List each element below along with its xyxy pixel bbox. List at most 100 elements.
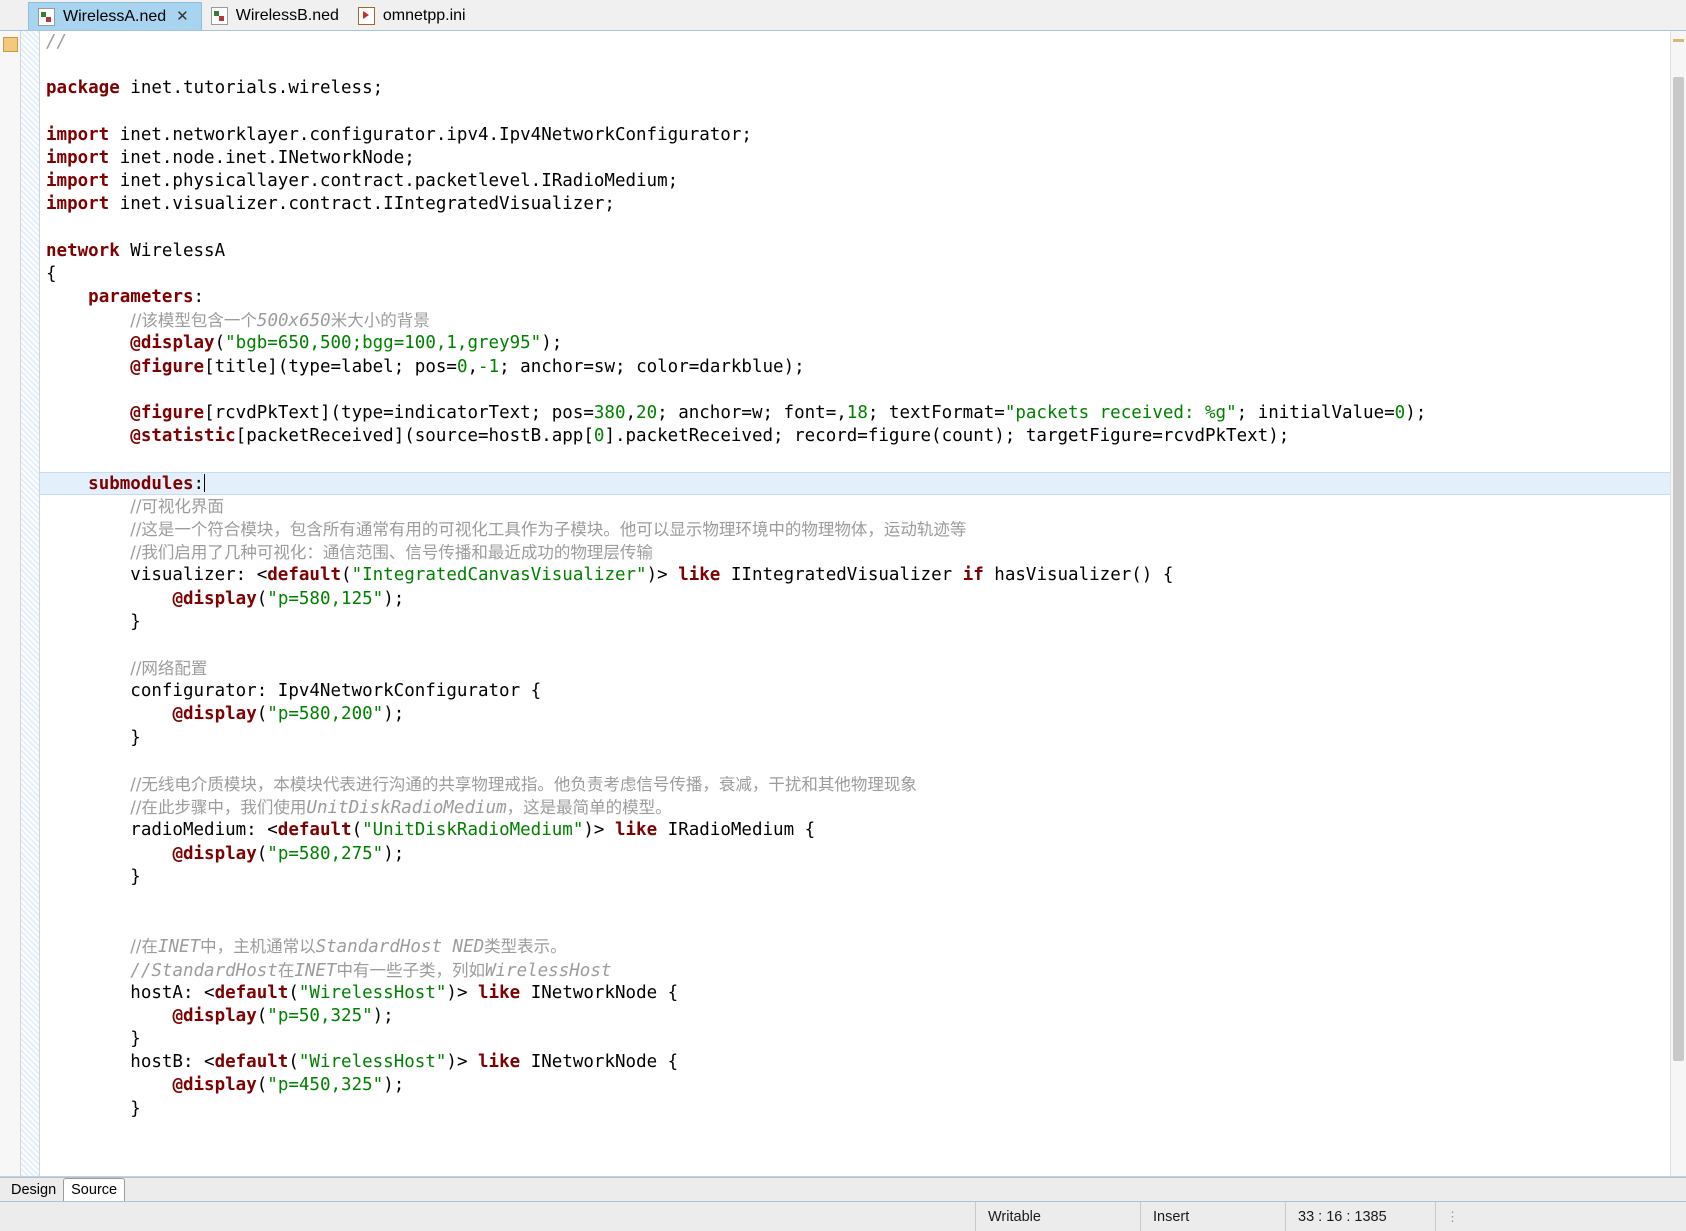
code-line[interactable]: hostA: <default("WirelessHost")> like IN… (40, 982, 1686, 1005)
tab-wirelessa-ned[interactable]: WirelessA.ned ✕ (28, 2, 202, 30)
code-line[interactable]: import inet.physicallayer.contract.packe… (40, 170, 1686, 193)
status-resize-grip[interactable]: ⋮ (1435, 1202, 1459, 1231)
code-line[interactable]: } (40, 1098, 1686, 1121)
folding-ruler[interactable] (21, 31, 40, 1176)
code-line[interactable]: //在此步骤中，我们使用UnitDiskRadioMedium，这是最简单的模型… (40, 796, 1686, 819)
code-token: //我们启用了几种可视化：通信范围、信号传播和最近成功的物理层传输 (130, 543, 653, 563)
code-line[interactable]: parameters: (40, 286, 1686, 309)
code-token: { (46, 263, 57, 284)
tab-source[interactable]: Source (63, 1178, 126, 1201)
code-token: @display (172, 1075, 257, 1096)
code-token: 18 (846, 403, 868, 423)
code-token: INetworkNode { (520, 1052, 679, 1073)
code-token: ; anchor=w; font=, (657, 403, 847, 423)
code-token: 中，主机通常以 (200, 937, 316, 957)
scrollbar-thumb[interactable] (1673, 76, 1684, 1062)
code-line[interactable]: radioMedium: <default("UnitDiskRadioMedi… (40, 819, 1686, 842)
code-token: @display (172, 588, 257, 609)
code-line[interactable]: @display("p=580,200"); (40, 703, 1686, 726)
code-token: ( (256, 588, 268, 609)
code-line[interactable]: visualizer: <default("IntegratedCanvasVi… (40, 564, 1686, 587)
code-line[interactable]: @statistic[packetReceived](source=hostB.… (40, 425, 1686, 448)
code-token: import (46, 171, 110, 192)
code-canvas[interactable]: // package inet.tutorials.wireless; impo… (40, 31, 1686, 1176)
code-line[interactable]: //这是一个符合模块，包含所有通常有用的可视化工具作为子模块。他可以显示物理环境… (40, 518, 1686, 541)
code-token: , (625, 403, 637, 423)
code-token: ; anchor=sw; color=darkblue); (499, 356, 805, 377)
code-line[interactable] (40, 448, 1686, 471)
code-line[interactable] (40, 912, 1686, 935)
code-line[interactable] (40, 889, 1686, 912)
code-line[interactable]: @display("p=450,325"); (40, 1074, 1686, 1097)
tab-omnetpp-ini[interactable]: omnetpp.ini (349, 2, 476, 30)
code-line[interactable]: //在INET中，主机通常以StandardHost NED类型表示。 (40, 935, 1686, 958)
code-line[interactable]: //无线电介质模块，本模块代表进行沟通的共享物理戒指。他负责考虑信号传播，衰减，… (40, 773, 1686, 796)
code-token: inet.visualizer.contract.IIntegratedVisu… (109, 194, 615, 215)
overview-marker-icon[interactable] (1673, 39, 1684, 42)
code-token: WirelessHost (484, 960, 612, 981)
code-line[interactable]: //StandardHost在INET中有一些子类，列如WirelessHost (40, 959, 1686, 982)
code-line[interactable]: import inet.visualizer.contract.IIntegra… (40, 193, 1686, 216)
code-token: inet.physicallayer.contract.packetlevel.… (109, 171, 679, 192)
code-token: ); (383, 843, 405, 864)
ned-editor-window: WirelessA.ned ✕ WirelessB.ned omnetpp.in… (0, 0, 1686, 1231)
code-token: //可视化界面 (130, 496, 224, 516)
code-token: default (214, 1052, 289, 1073)
code-line[interactable] (40, 217, 1686, 240)
code-line[interactable]: { (40, 263, 1686, 286)
code-line[interactable]: //该模型包含一个500x650米大小的背景 (40, 309, 1686, 332)
code-line[interactable]: @display("p=580,275"); (40, 843, 1686, 866)
tab-design[interactable]: Design (4, 1178, 63, 1201)
code-line[interactable]: import inet.networklayer.configurator.ip… (40, 124, 1686, 147)
code-line[interactable]: //网络配置 (40, 657, 1686, 680)
code-line[interactable] (40, 379, 1686, 402)
code-line[interactable]: //可视化界面 (40, 495, 1686, 518)
ned-file-icon (38, 7, 55, 26)
code-line[interactable]: } (40, 611, 1686, 634)
code-line[interactable]: network WirelessA (40, 240, 1686, 263)
code-line[interactable]: @figure[rcvdPkText](type=indicatorText; … (40, 402, 1686, 425)
tab-design-label: Design (11, 1181, 57, 1198)
code-line[interactable]: //我们启用了几种可视化：通信范围、信号传播和最近成功的物理层传输 (40, 541, 1686, 564)
code-line[interactable]: configurator: Ipv4NetworkConfigurator { (40, 680, 1686, 703)
code-line[interactable]: @display("p=50,325"); (40, 1005, 1686, 1028)
code-line[interactable] (40, 101, 1686, 124)
ini-file-icon (357, 7, 375, 25)
code-token: ); (1405, 403, 1427, 423)
code-token: "bgb=650,500;bgg=100,1,grey95" (225, 333, 542, 354)
code-token: submodules (88, 473, 194, 494)
code-token: inet.node.inet.INetworkNode; (109, 147, 415, 168)
code-token: INET (157, 937, 201, 958)
tab-source-label: Source (71, 1182, 118, 1198)
annotation-ruler[interactable] (0, 31, 21, 1176)
tab-wirelessb-ned[interactable]: WirelessB.ned (202, 2, 349, 30)
code-line[interactable] (40, 54, 1686, 77)
code-token: // (46, 32, 68, 52)
code-token: hostB: < (46, 1052, 215, 1073)
vertical-scrollbar[interactable] (1670, 31, 1686, 1176)
code-line[interactable]: package inet.tutorials.wireless; (40, 77, 1686, 100)
code-line[interactable]: // (40, 31, 1686, 54)
code-line[interactable] (40, 750, 1686, 773)
code-line[interactable]: @display("bgb=650,500;bgg=100,1,grey95")… (40, 332, 1686, 355)
code-token: default (277, 820, 352, 841)
code-line[interactable]: } (40, 727, 1686, 750)
code-token: 500x650 (256, 311, 331, 332)
code-line[interactable]: } (40, 1028, 1686, 1051)
code-line[interactable]: @figure[title](type=label; pos=0,-1; anc… (40, 356, 1686, 379)
code-line[interactable]: @display("p=580,125"); (40, 588, 1686, 611)
code-line[interactable]: import inet.node.inet.INetworkNode; (40, 147, 1686, 170)
code-lines[interactable]: // package inet.tutorials.wireless; impo… (40, 31, 1686, 1121)
code-line[interactable]: submodules: (40, 471, 1686, 495)
code-token: package (46, 78, 120, 99)
code-token: 380 (593, 403, 626, 423)
code-token: @display (130, 333, 215, 354)
warning-marker-icon[interactable] (3, 37, 18, 52)
code-line[interactable]: hostB: <default("WirelessHost")> like IN… (40, 1051, 1686, 1074)
code-line[interactable] (40, 634, 1686, 657)
close-icon[interactable]: ✕ (174, 9, 191, 24)
code-line[interactable]: } (40, 866, 1686, 889)
